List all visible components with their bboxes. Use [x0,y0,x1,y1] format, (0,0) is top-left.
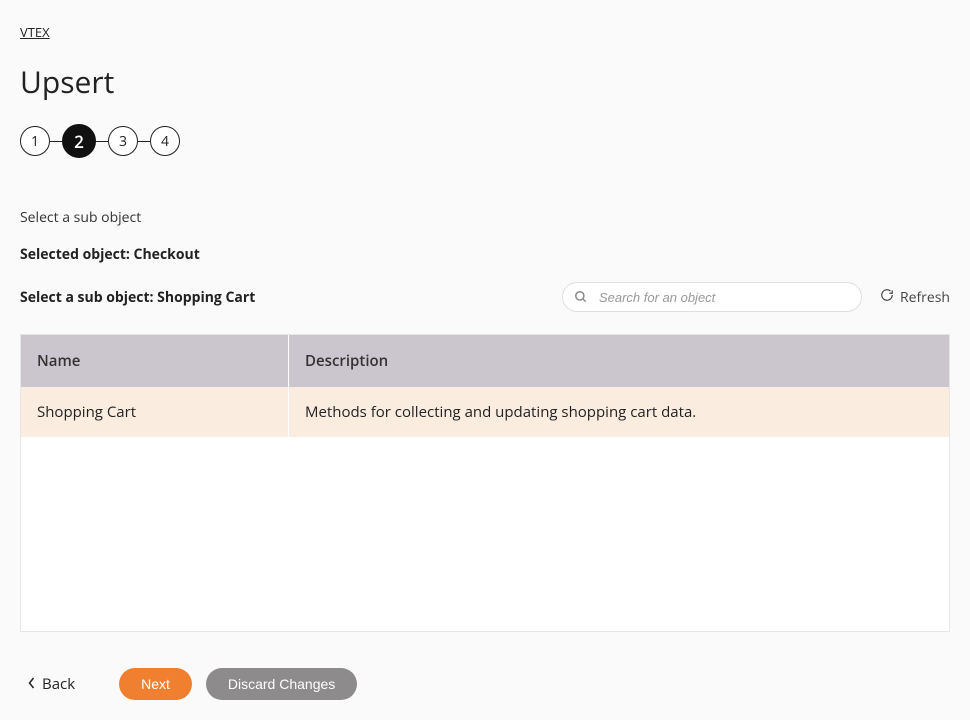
column-header-name: Name [21,335,289,387]
sub-object-table: Name Description Shopping Cart Methods f… [20,334,950,632]
select-sub-object-label: Select a sub object: Shopping Cart [20,288,562,307]
search-icon [574,290,588,304]
discard-changes-button[interactable]: Discard Changes [206,668,357,700]
refresh-label: Refresh [900,288,950,307]
step-3[interactable]: 3 [108,126,138,156]
page-title: Upsert [20,61,950,102]
cell-description: Methods for collecting and updating shop… [289,402,949,422]
refresh-button[interactable]: Refresh [880,288,950,307]
table-row[interactable]: Shopping Cart Methods for collecting and… [21,387,949,437]
next-button[interactable]: Next [119,668,192,700]
selected-object-label: Selected object: Checkout [20,245,950,264]
step-4[interactable]: 4 [150,126,180,156]
back-button[interactable]: Back [28,674,75,694]
column-header-description: Description [289,351,949,371]
cell-name: Shopping Cart [21,387,289,437]
wizard-footer: Back Next Discard Changes [20,668,950,700]
step-2[interactable]: 2 [62,124,96,158]
chevron-left-icon [28,674,36,694]
refresh-icon [880,288,894,307]
back-label: Back [42,674,75,694]
wizard-steps: 1 2 3 4 [20,124,950,158]
search-input[interactable] [562,282,862,312]
section-subhead: Select a sub object [20,208,950,227]
breadcrumb[interactable]: VTEX [20,23,50,41]
step-1[interactable]: 1 [20,126,50,156]
table-header: Name Description [21,335,949,387]
step-connector [138,141,150,142]
step-connector [96,141,108,142]
step-connector [50,141,62,142]
